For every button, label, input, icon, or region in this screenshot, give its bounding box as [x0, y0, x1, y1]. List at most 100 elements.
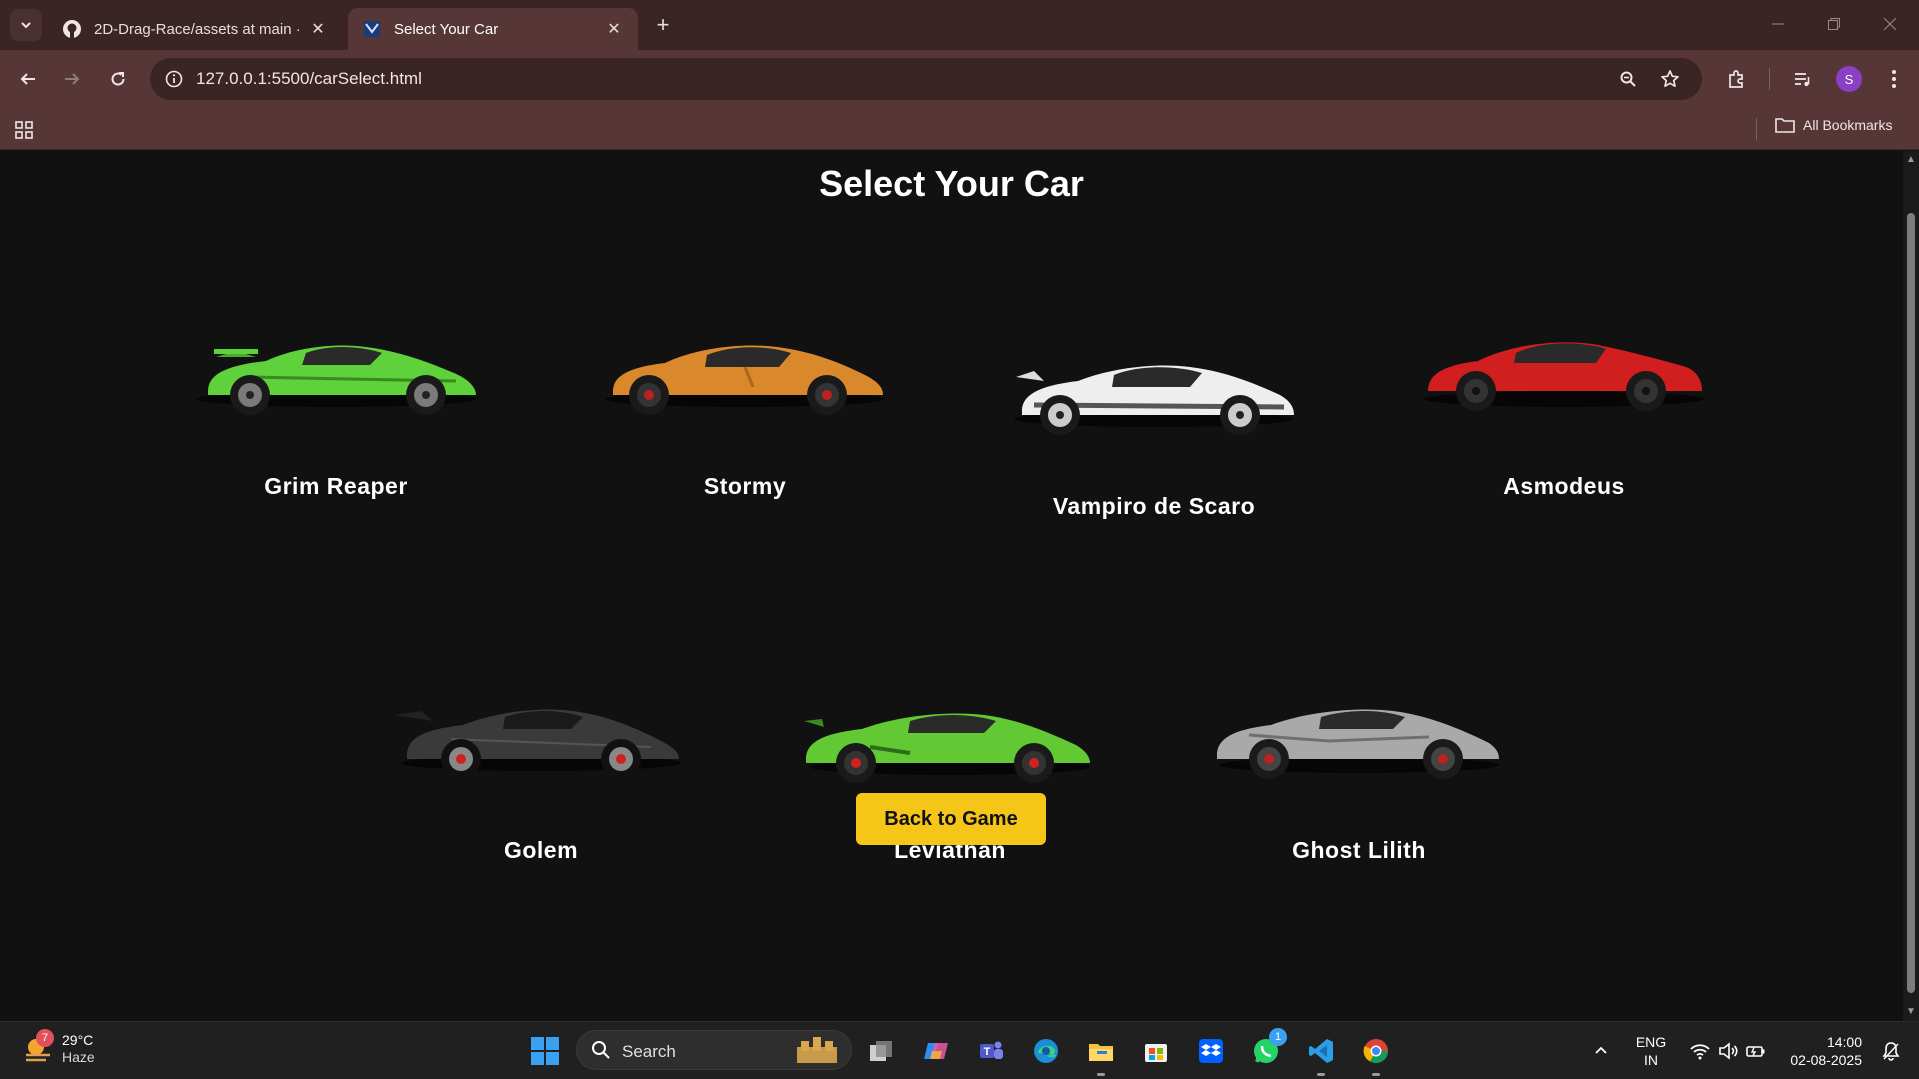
search-label: Search [622, 1042, 676, 1061]
restore-button[interactable] [1814, 8, 1854, 40]
microsoft-store-icon[interactable] [1137, 1032, 1175, 1070]
tab-github[interactable]: 2D-Drag-Race/assets at main · ✕ [48, 8, 342, 50]
address-bar[interactable]: 127.0.0.1:5500/carSelect.html [150, 58, 1702, 100]
weather-widget[interactable]: 7 29°C Haze [22, 1029, 95, 1066]
bookmarks-bar: All Bookmarks [0, 108, 1919, 150]
forward-nav-button[interactable] [56, 63, 88, 95]
github-icon [62, 19, 82, 39]
region-code: IN [1644, 1052, 1658, 1068]
volume-icon [1719, 1042, 1738, 1060]
close-icon[interactable]: ✕ [604, 19, 624, 39]
menu-kebab-icon[interactable] [1878, 63, 1910, 95]
car-card-grim-reaper[interactable]: Grim Reaper [186, 291, 486, 531]
clock[interactable]: 14:00 02-08-2025 [1782, 1033, 1862, 1069]
file-explorer-icon[interactable] [1082, 1032, 1120, 1070]
arrow-left-icon [20, 73, 35, 85]
notification-bell-icon[interactable] [1872, 1032, 1910, 1070]
running-indicator [1372, 1073, 1380, 1076]
tab-title: Select Your Car [394, 20, 499, 38]
car-name: Ghost Lilith [1292, 837, 1426, 863]
car-card-golem[interactable]: Golem [391, 655, 691, 895]
car-image [395, 709, 681, 779]
zoom-icon[interactable] [1612, 63, 1644, 95]
taskbar-search[interactable]: Search [576, 1030, 852, 1070]
car-card-vampiro-de-scaro[interactable]: Vampiro de Scaro [1004, 301, 1304, 541]
url-text[interactable]: 127.0.0.1:5500/carSelect.html [196, 69, 422, 89]
car-image [1014, 365, 1294, 435]
page-content: Select Your Car Grim Reaper Stormy Vampi… [0, 151, 1903, 1021]
teams-icon[interactable]: T [972, 1032, 1010, 1070]
weather-haze-icon: 7 [22, 1029, 54, 1065]
bookmark-star-icon[interactable] [1654, 63, 1686, 95]
car-card-stormy[interactable]: Stormy [595, 291, 895, 531]
chrome-icon[interactable] [1357, 1032, 1395, 1070]
tab-bar: 2D-Drag-Race/assets at main · ✕ Select Y… [0, 0, 1919, 50]
page-title: Select Your Car [819, 163, 1084, 204]
tab-select-your-car[interactable]: Select Your Car ✕ [348, 8, 638, 50]
dropbox-icon[interactable] [1192, 1032, 1230, 1070]
car-name: Golem [503, 837, 579, 863]
copilot-icon[interactable] [917, 1032, 955, 1070]
windows-start-icon[interactable] [526, 1032, 564, 1070]
reload-button[interactable] [102, 63, 134, 95]
toolbar-divider [1769, 68, 1770, 90]
vscode-icon[interactable] [1302, 1032, 1340, 1070]
all-bookmarks-label: All Bookmarks [1803, 117, 1893, 133]
site-icon [362, 19, 382, 39]
apps-grid-icon[interactable] [10, 116, 38, 144]
all-bookmarks-button[interactable]: All Bookmarks [1775, 117, 1892, 133]
whatsapp-icon[interactable]: 1 [1247, 1028, 1287, 1070]
close-icon[interactable]: ✕ [308, 19, 328, 39]
minimize-button[interactable] [1758, 8, 1798, 40]
search-highlight-icon [797, 1037, 837, 1063]
car-name: Asmodeus [1503, 473, 1625, 499]
minimize-icon [1772, 23, 1784, 25]
car-name: Grim Reaper [264, 473, 408, 499]
system-tray-status[interactable] [1678, 1032, 1778, 1070]
car-image [1217, 709, 1499, 779]
arrow-right-icon [65, 73, 80, 85]
chevron-up-icon [1595, 1046, 1607, 1054]
page-scrollbar[interactable]: ▲ ▼ [1903, 151, 1919, 1021]
car-image [804, 713, 1090, 783]
battery-icon [1746, 1046, 1765, 1057]
running-indicator [1317, 1073, 1325, 1076]
new-tab-button[interactable]: + [650, 12, 676, 38]
restore-icon [1828, 18, 1840, 30]
clock-date: 02-08-2025 [1790, 1052, 1862, 1068]
back-nav-button[interactable] [12, 63, 44, 95]
running-indicator [1097, 1073, 1105, 1076]
reload-icon [111, 72, 125, 86]
folder-icon [1775, 118, 1795, 133]
clock-time: 14:00 [1826, 1034, 1862, 1050]
profile-avatar[interactable]: S [1836, 66, 1862, 92]
back-to-game-button[interactable]: Back to Game [856, 793, 1046, 845]
svg-text:T: T [984, 1046, 991, 1058]
car-card-ghost-lilith[interactable]: Ghost Lilith [1209, 655, 1509, 895]
temperature: 29°C [62, 1032, 94, 1048]
browser-toolbar: 127.0.0.1:5500/carSelect.html S [0, 50, 1919, 108]
car-image [605, 345, 885, 415]
edge-icon[interactable] [1027, 1032, 1065, 1070]
window-close-button[interactable] [1870, 8, 1910, 40]
scroll-thumb[interactable] [1907, 213, 1915, 993]
scroll-up-icon[interactable]: ▲ [1906, 155, 1916, 165]
car-card-asmodeus[interactable]: Asmodeus [1414, 291, 1714, 531]
whatsapp-badge: 1 [1269, 1028, 1287, 1046]
weather-condition: Haze [62, 1049, 95, 1065]
weather-badge: 7 [36, 1029, 54, 1047]
task-view-icon[interactable] [862, 1032, 900, 1070]
car-name: Vampiro de Scaro [1052, 493, 1256, 519]
site-info-icon[interactable] [158, 63, 190, 95]
chevron-down-icon [21, 22, 31, 29]
language-code: ENG [1635, 1034, 1667, 1050]
extensions-icon[interactable] [1720, 63, 1752, 95]
car-image [196, 345, 476, 415]
wifi-icon [1690, 1044, 1710, 1060]
scroll-down-icon[interactable]: ▼ [1906, 1007, 1916, 1017]
tab-search-button[interactable] [10, 9, 42, 41]
language-indicator[interactable]: ENG IN [1626, 1033, 1676, 1069]
show-hidden-icons[interactable] [1582, 1032, 1620, 1070]
media-control-icon[interactable] [1786, 63, 1818, 95]
car-card-leviathan[interactable]: Leviathan [800, 655, 1100, 895]
